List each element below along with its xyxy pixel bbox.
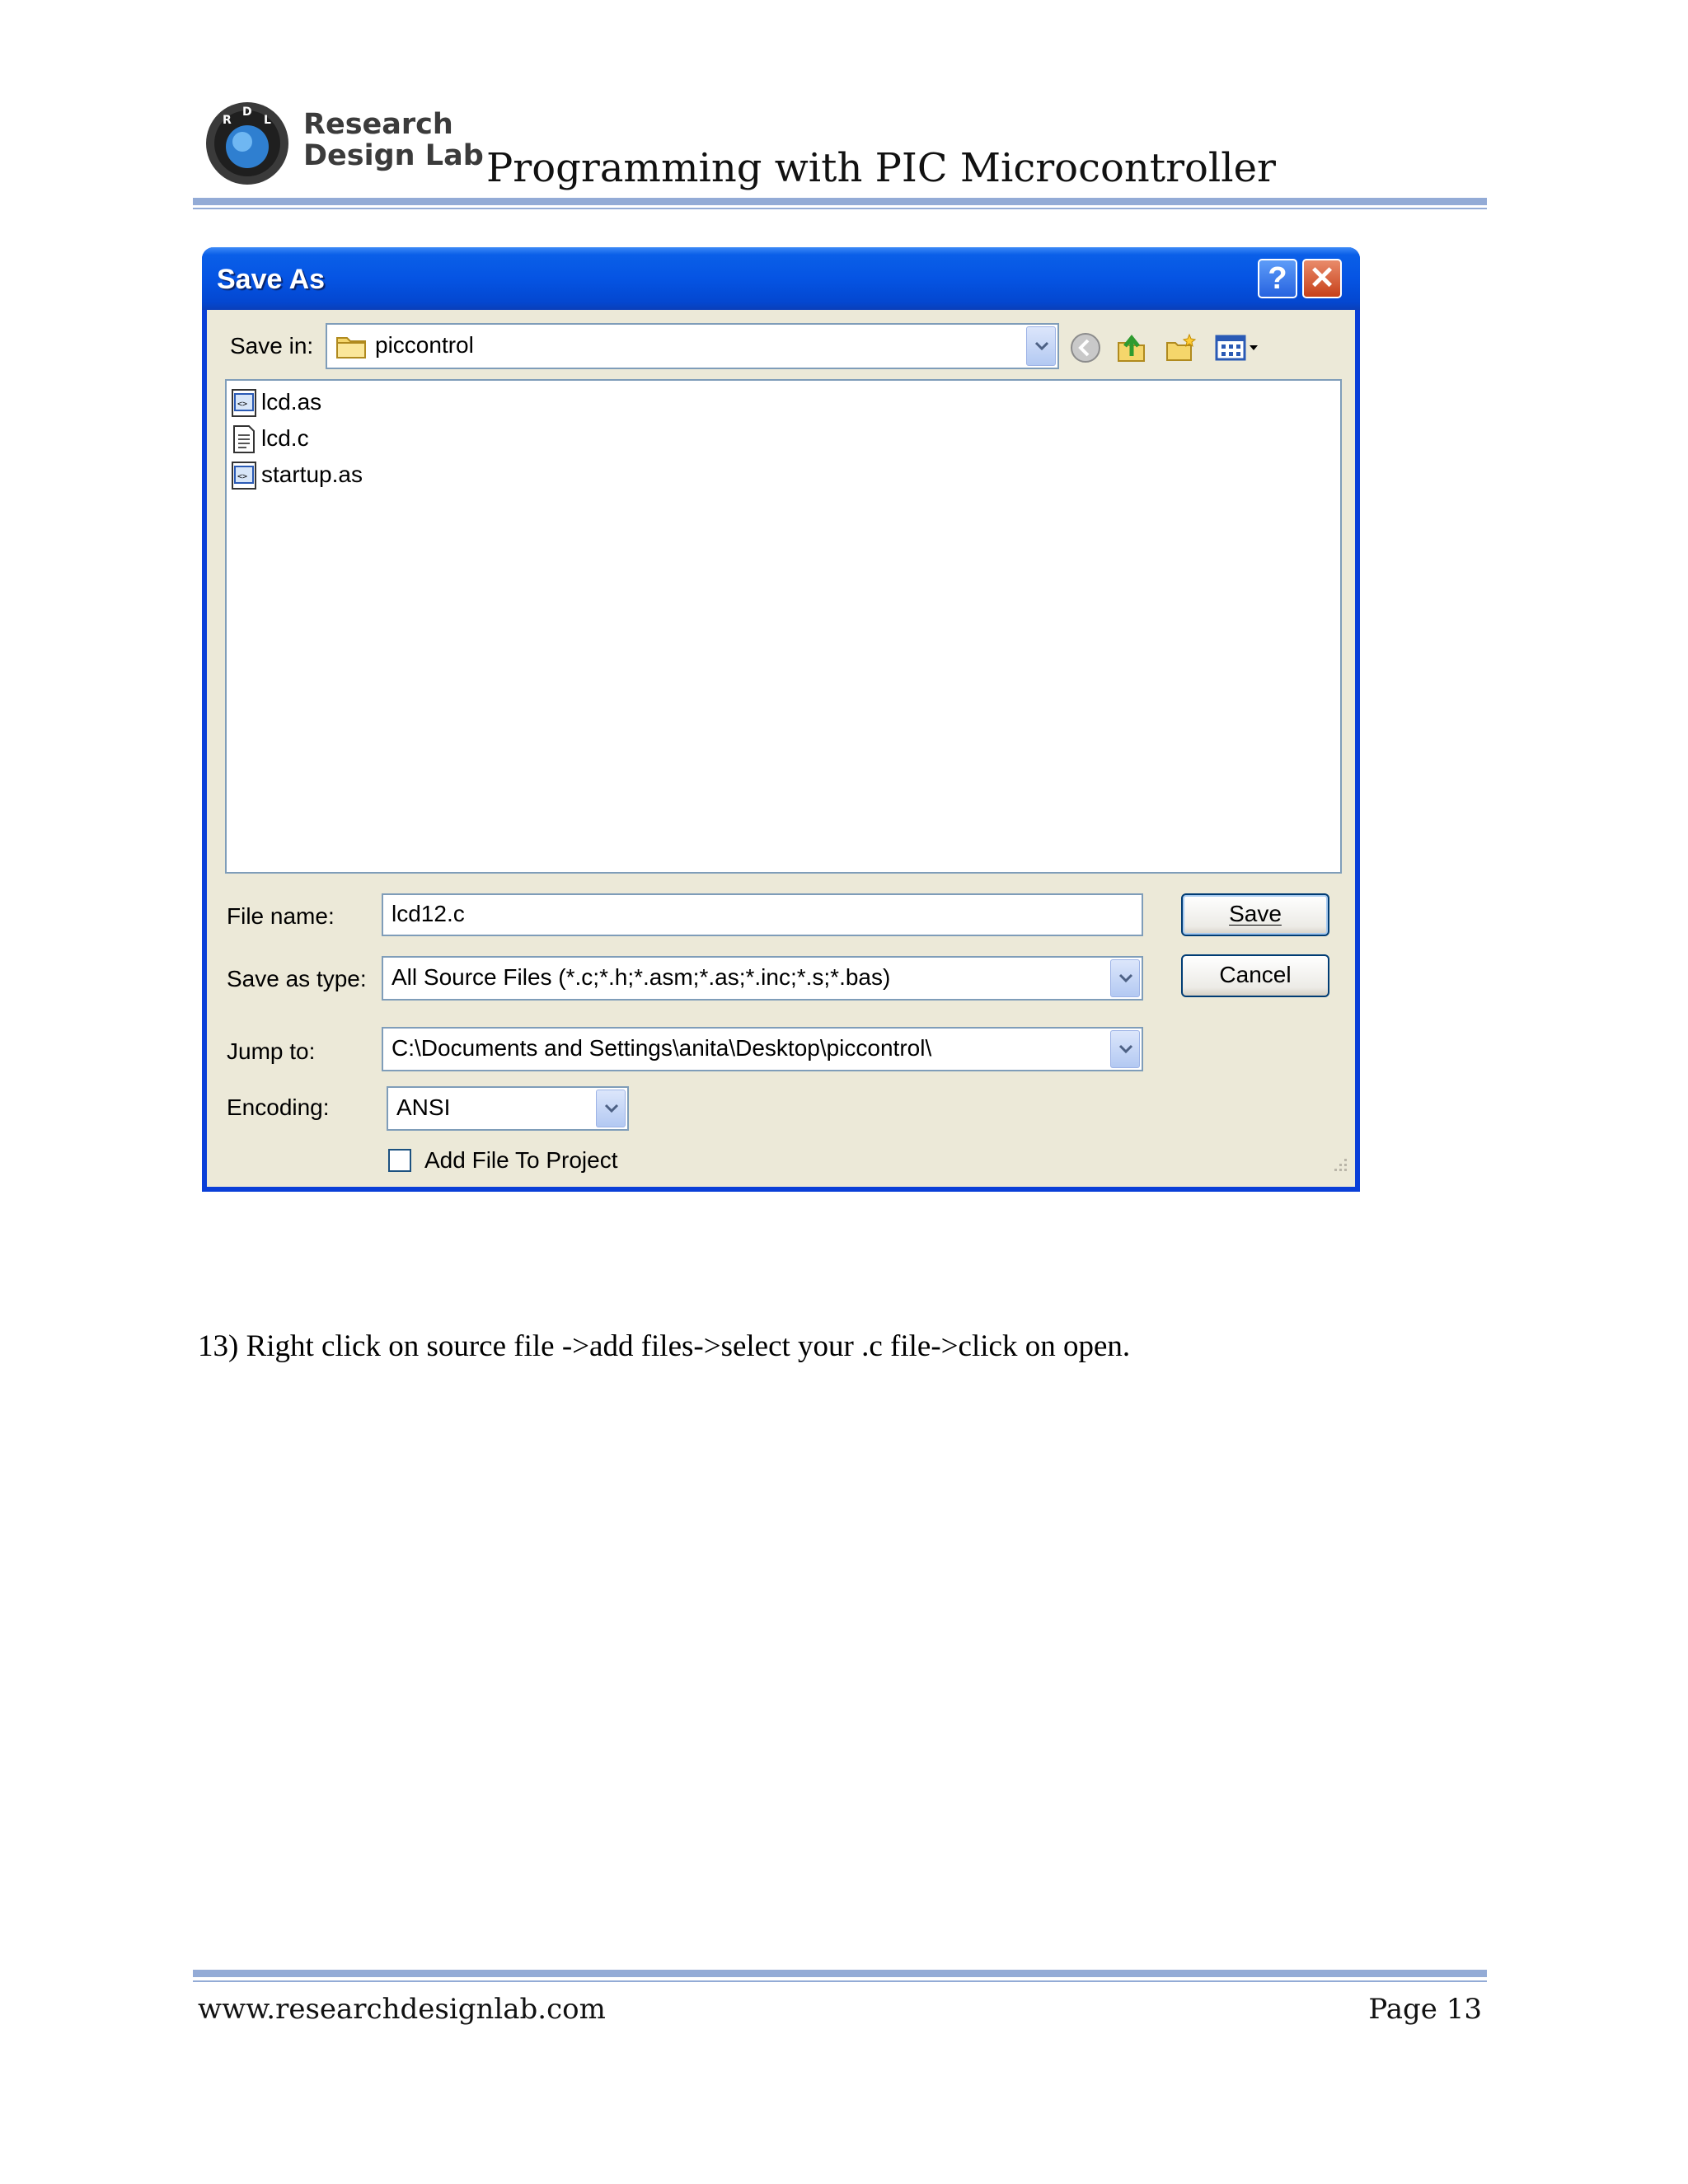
view-menu-icon[interactable] [1214,331,1264,368]
chevron-down-icon [1034,341,1049,351]
up-folder-icon[interactable] [1115,331,1148,368]
encoding-value: ANSI [396,1094,451,1120]
step-instruction: 13) Right click on source file ->add fil… [198,1329,1131,1363]
jump-to-value: C:\Documents and Settings\anita\Desktop\… [392,1035,932,1061]
help-button[interactable]: ? [1258,259,1297,298]
logo-wordmark: Research Design Lab [303,109,484,171]
close-button[interactable]: ✕ [1302,259,1342,298]
cancel-button[interactable]: Cancel [1181,954,1329,997]
rdl-logo: R D L [204,101,290,186]
encoding-dropdown-arrow[interactable] [596,1090,626,1127]
asm-file-icon: <> [232,462,256,495]
footer-page-number: Page 13 [1368,1993,1482,2026]
svg-text:<>: <> [237,472,247,481]
resize-grip-icon[interactable] [1328,1155,1349,1181]
add-file-label[interactable]: Add File To Project [424,1147,618,1174]
file-name: startup.as [261,462,363,487]
back-icon[interactable] [1069,331,1102,368]
save-type-dropdown-arrow[interactable] [1110,959,1140,997]
svg-text:R: R [223,114,232,127]
svg-text:L: L [264,114,271,127]
file-name-input[interactable]: lcd12.c [382,893,1143,936]
save-in-value: piccontrol [375,332,474,358]
footer-rule-thick [193,1970,1487,1977]
jump-to-select[interactable]: C:\Documents and Settings\anita\Desktop\… [382,1027,1143,1071]
new-folder-icon[interactable] [1165,331,1198,368]
save-in-combo[interactable]: piccontrol [326,323,1059,369]
save-as-dialog: Save As ? ✕ Save in: piccontrol <> lcd.a… [202,247,1360,1192]
cancel-button-label: Cancel [1219,962,1292,987]
file-name: lcd.as [261,389,322,415]
add-file-checkbox[interactable] [388,1149,411,1172]
save-type-label: Save as type: [227,966,367,991]
svg-text:<>: <> [237,400,247,409]
dialog-toolbar [1069,326,1283,368]
save-button[interactable]: Save [1181,893,1329,936]
folder-icon [335,333,367,365]
footer-rule-thin [193,1980,1487,1982]
chevron-down-icon [1118,1044,1133,1054]
jump-to-label: Jump to: [227,1038,316,1064]
encoding-select[interactable]: ANSI [387,1086,629,1131]
file-list[interactable]: <> lcd.as lcd.c <> startup.as [225,379,1342,874]
text-file-icon [232,425,256,459]
file-name-label: File name: [227,903,335,929]
header-rule-thick [193,198,1487,205]
svg-text:D: D [242,105,252,119]
save-type-value: All Source Files (*.c;*.h;*.asm;*.as;*.i… [392,964,891,990]
dialog-title: Save As [217,264,326,295]
logo-line-1: Research [303,108,453,141]
save-in-dropdown-arrow[interactable] [1026,326,1056,366]
file-name-value: lcd12.c [392,901,465,926]
save-type-select[interactable]: All Source Files (*.c;*.h;*.asm;*.as;*.i… [382,956,1143,1001]
jump-to-dropdown-arrow[interactable] [1110,1030,1140,1068]
document-title: Programming with PIC Microcontroller [486,145,1276,191]
header-rule-thin [193,208,1487,209]
save-button-label: Save [1229,901,1282,926]
asm-file-icon: <> [232,389,256,423]
footer-website[interactable]: www.researchdesignlab.com [198,1993,606,2026]
chevron-down-icon [1118,973,1133,983]
dialog-titlebar[interactable]: Save As ? ✕ [202,247,1360,310]
file-name: lcd.c [261,425,309,451]
logo-line-2: Design Lab [303,139,484,172]
encoding-label: Encoding: [227,1094,330,1120]
save-in-label: Save in: [230,333,314,359]
chevron-down-icon [604,1104,619,1113]
